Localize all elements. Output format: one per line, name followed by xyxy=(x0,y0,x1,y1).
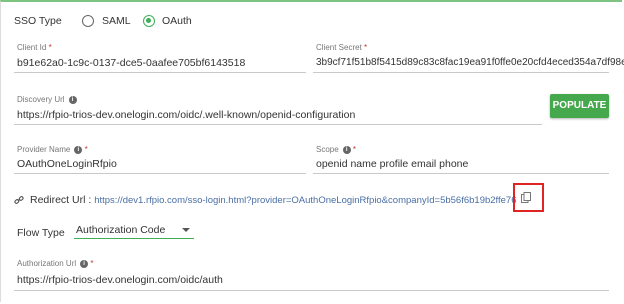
client-id-field[interactable]: b91e62a0-1c9c-0137-dce5-0aafee705bf61435… xyxy=(17,57,245,69)
redirect-url-value: https://dev1.rfpio.com/sso-login.html?pr… xyxy=(94,195,516,206)
provider-name-field[interactable]: OAuthOneLoginRfpio xyxy=(17,158,117,170)
flow-type-select[interactable]: Authorization Code xyxy=(76,224,165,236)
discovery-url-underline xyxy=(14,124,542,125)
info-icon: i xyxy=(74,145,83,154)
populate-button[interactable]: POPULATE xyxy=(550,94,609,118)
info-icon: i xyxy=(68,95,77,104)
authorization-url-field[interactable]: https://rfpio-trios-dev.onelogin.com/oid… xyxy=(17,274,223,286)
client-secret-field[interactable]: 3b9cf71f51b8f5415d89c83c8fac19ea91f0ffe0… xyxy=(316,57,624,68)
client-secret-underline xyxy=(313,72,609,73)
oauth-radio[interactable] xyxy=(143,15,155,27)
copy-icon[interactable] xyxy=(521,192,531,203)
authorization-url-label: Authorization Url i * xyxy=(17,259,94,268)
redirect-url-label: Redirect Url : xyxy=(30,194,92,206)
discovery-url-field[interactable]: https://rfpio-trios-dev.onelogin.com/oid… xyxy=(17,109,355,121)
provider-name-label: Provider Name i * xyxy=(17,145,88,154)
authorization-url-underline xyxy=(14,290,609,291)
redirect-url-row: Redirect Url : https://dev1.rfpio.com/ss… xyxy=(30,194,516,206)
scope-underline xyxy=(313,173,609,174)
client-secret-label: Client Secret * xyxy=(316,43,368,52)
scope-label: Scope i * xyxy=(316,145,357,154)
provider-name-underline xyxy=(14,173,306,174)
sso-settings-panel xyxy=(0,0,622,302)
client-id-underline xyxy=(14,72,306,73)
sso-type-label: SSO Type xyxy=(14,15,62,27)
oauth-radio-label[interactable]: OAuth xyxy=(162,15,192,27)
scope-field[interactable]: openid name profile email phone xyxy=(316,158,468,170)
info-icon: i xyxy=(80,259,89,268)
client-id-label: Client Id * xyxy=(17,43,52,52)
link-icon xyxy=(14,196,24,204)
flow-type-label: Flow Type xyxy=(17,227,65,239)
saml-radio[interactable] xyxy=(82,15,94,27)
flow-type-underline xyxy=(74,238,194,239)
discovery-url-label: Discovery Url i xyxy=(17,95,77,104)
chevron-down-icon[interactable] xyxy=(182,228,190,232)
saml-radio-label[interactable]: SAML xyxy=(102,15,131,27)
info-icon: i xyxy=(342,145,351,154)
